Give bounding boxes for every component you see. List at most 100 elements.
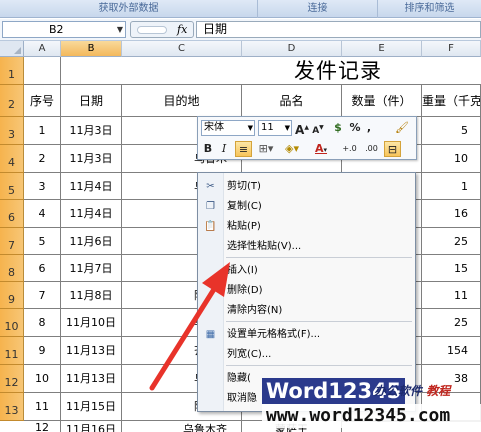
column-header-d[interactable]: D <box>242 41 342 57</box>
name-box[interactable]: B2 ▼ <box>2 21 126 38</box>
menu-item-delete[interactable]: 删除(D) <box>198 281 415 301</box>
row-header-11[interactable]: 11 <box>0 337 24 365</box>
italic-button[interactable]: I <box>217 141 231 157</box>
shrink-font-button[interactable]: A▼ <box>311 120 325 136</box>
column-header-e[interactable]: E <box>342 41 422 57</box>
table-cell[interactable]: 8 <box>24 309 61 337</box>
table-cell[interactable]: 11 <box>24 393 61 421</box>
font-size-select[interactable]: 11 ▼ <box>258 120 292 136</box>
table-cell[interactable]: 5 <box>24 228 61 255</box>
table-cell[interactable]: 1 <box>422 173 481 200</box>
column-header-c[interactable]: C <box>122 41 242 57</box>
menu-item-format-cells[interactable]: ▦ 设置单元格格式(F)... <box>198 325 415 345</box>
menu-item-paste[interactable]: 📋 粘贴(P) <box>198 217 415 237</box>
menu-item-insert[interactable]: 插入(I) <box>198 261 415 281</box>
menu-item-cut[interactable]: ✂ 剪切(T) <box>198 177 415 197</box>
header-cell[interactable]: 目的地 <box>122 85 242 117</box>
ribbon-group-sort-filter[interactable]: 排序和筛选 <box>378 0 481 18</box>
ribbon-group-bar: 获取外部数据 连接 排序和筛选 <box>0 0 481 18</box>
table-cell[interactable]: 25 <box>422 228 481 255</box>
decrease-decimal-button[interactable]: .00 <box>362 141 381 157</box>
table-cell[interactable]: 9 <box>24 337 61 365</box>
borders-button[interactable]: ⊞▾ <box>256 141 276 157</box>
table-cell[interactable]: 5 <box>422 117 481 145</box>
header-cell[interactable]: 数量（件） <box>342 85 422 117</box>
row-header-6[interactable]: 6 <box>0 200 24 228</box>
table-cell[interactable]: 154 <box>422 337 481 365</box>
column-header-b[interactable]: B <box>61 41 122 57</box>
table-cell[interactable]: 10 <box>24 365 61 393</box>
table-cell[interactable]: 11月13日 <box>61 365 122 393</box>
ribbon-group-connections[interactable]: 连接 <box>258 0 378 18</box>
table-cell[interactable]: 11月15日 <box>61 393 122 421</box>
font-color-button[interactable]: A▾ <box>310 141 332 157</box>
chevron-down-icon[interactable]: ▼ <box>285 121 290 135</box>
menu-item-clear-contents[interactable]: 清除内容(N) <box>198 301 415 321</box>
chevron-down-icon[interactable]: ▼ <box>117 22 123 37</box>
table-cell[interactable]: 11月7日 <box>61 255 122 282</box>
table-cell[interactable]: 乌鲁木齐 <box>122 421 242 432</box>
menu-item-column-width[interactable]: 列宽(C)... <box>198 345 415 365</box>
menu-item-label: 清除内容(N) <box>227 305 283 316</box>
menu-item-copy[interactable]: ❐ 复制(C) <box>198 197 415 217</box>
format-painter-button[interactable]: 🖌 <box>393 120 411 136</box>
table-cell[interactable]: 1 <box>24 117 61 145</box>
grow-font-button[interactable]: A▲ <box>295 120 309 137</box>
row-header-4[interactable]: 4 <box>0 145 24 173</box>
table-cell[interactable]: 11月3日 <box>61 117 122 145</box>
header-cell[interactable]: 品名 <box>242 85 342 117</box>
cell-a1[interactable] <box>24 57 61 85</box>
insert-function-icon[interactable]: fx <box>177 23 187 36</box>
table-cell[interactable]: 16 <box>422 200 481 228</box>
table-cell[interactable]: 25 <box>422 309 481 337</box>
table-cell[interactable]: 11月8日 <box>61 282 122 309</box>
ribbon-group-get-external-data[interactable]: 获取外部数据 <box>0 0 258 18</box>
sheet-title[interactable]: 发件记录 <box>61 57 481 85</box>
formula-slider-icon[interactable] <box>137 26 167 34</box>
row-header-13[interactable]: 13 <box>0 393 24 421</box>
column-header-a[interactable]: A <box>24 41 61 57</box>
table-cell[interactable]: 11月4日 <box>61 173 122 200</box>
menu-item-paste-special[interactable]: 选择性粘贴(V)... <box>198 237 415 257</box>
center-align-button[interactable]: ≡ <box>235 141 252 157</box>
fill-color-button[interactable]: ◈▾ <box>280 141 304 157</box>
row-header-5[interactable]: 5 <box>0 173 24 200</box>
row-header-9[interactable]: 9 <box>0 282 24 309</box>
table-cell[interactable]: 6 <box>24 255 61 282</box>
font-select[interactable]: 宋体 ▼ <box>201 120 255 136</box>
table-cell[interactable]: 11 <box>422 282 481 309</box>
table-cell[interactable]: 11月13日 <box>61 337 122 365</box>
table-cell[interactable]: 15 <box>422 255 481 282</box>
table-cell[interactable]: 11月4日 <box>61 200 122 228</box>
table-cell[interactable]: 7 <box>24 282 61 309</box>
header-cell[interactable]: 重量（千克 <box>422 85 481 117</box>
column-header-f[interactable]: F <box>422 41 481 57</box>
row-header-12[interactable]: 12 <box>0 365 24 393</box>
bold-button[interactable]: B <box>201 141 215 157</box>
row-header-10[interactable]: 10 <box>0 309 24 337</box>
formula-input[interactable]: 日期 <box>196 21 481 38</box>
merge-center-button[interactable]: ⊟ <box>384 141 401 157</box>
percent-style-button[interactable]: % <box>349 120 361 136</box>
table-cell[interactable]: 4 <box>24 200 61 228</box>
table-cell[interactable]: 3 <box>24 173 61 200</box>
row-header-2[interactable]: 2 <box>0 85 24 117</box>
table-cell[interactable]: 11月10日 <box>61 309 122 337</box>
chevron-down-icon[interactable]: ▼ <box>248 121 253 135</box>
table-cell[interactable]: 10 <box>422 145 481 173</box>
table-cell[interactable]: 11月3日 <box>61 145 122 173</box>
header-cell[interactable]: 序号 <box>24 85 61 117</box>
table-cell[interactable]: 11月16日 <box>61 421 122 432</box>
comma-style-button[interactable]: , <box>364 120 374 136</box>
accounting-format-button[interactable]: $ <box>329 120 347 136</box>
table-cell[interactable]: 2 <box>24 145 61 173</box>
row-header-1[interactable]: 1 <box>0 57 24 85</box>
table-cell[interactable]: 12 <box>24 421 61 432</box>
header-cell[interactable]: 日期 <box>61 85 122 117</box>
select-all-corner[interactable] <box>0 41 24 57</box>
row-header-7[interactable]: 7 <box>0 228 24 255</box>
table-cell[interactable]: 11月6日 <box>61 228 122 255</box>
increase-decimal-button[interactable]: +.0 <box>340 141 359 157</box>
row-header-8[interactable]: 8 <box>0 255 24 282</box>
row-header-3[interactable]: 3 <box>0 117 24 145</box>
